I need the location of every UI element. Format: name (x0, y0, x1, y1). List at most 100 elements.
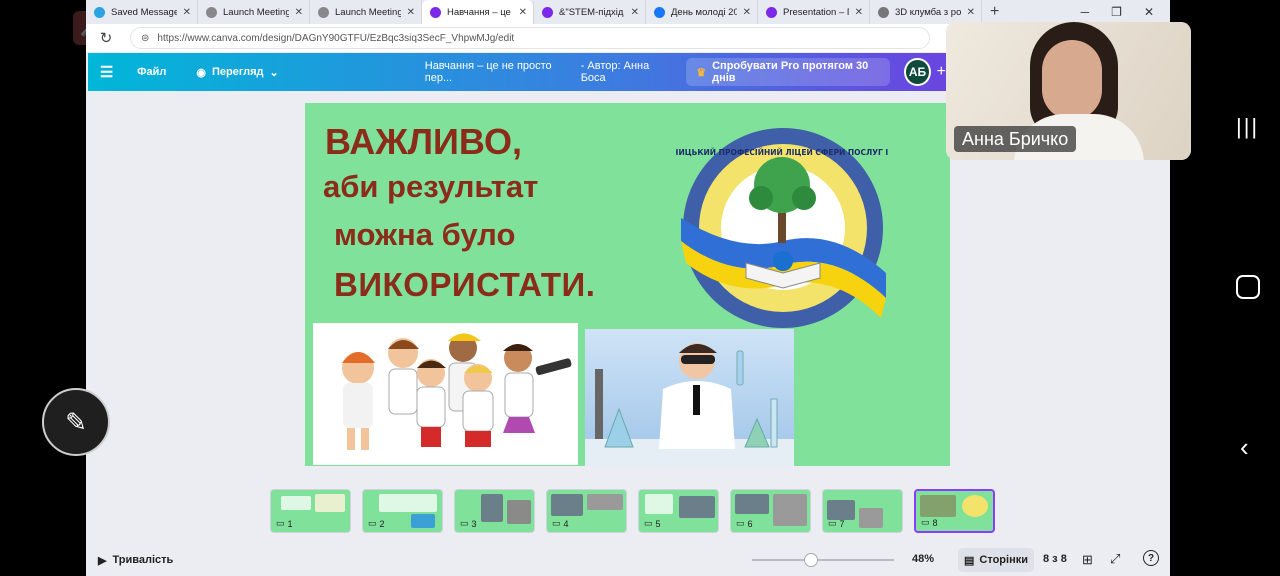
try-pro-label: Спробувати Pro протягом 30 днів (712, 60, 869, 84)
back-icon[interactable]: ‹ (1240, 432, 1249, 463)
boy-scientist-image (585, 329, 794, 466)
slide-heading-line1: ВАЖЛИВО, (325, 121, 522, 162)
globe-icon (206, 6, 217, 18)
comment-icon: ▭ (460, 518, 469, 528)
try-pro-button[interactable]: ♛ Спробувати Pro протягом 30 днів (686, 58, 891, 86)
page-thumbnails: ▭ 1 ▭ 2 ▭ 3 ▭ 4 ▭ 5 ▭ 6 ▭ 7 ▭ 8 (270, 489, 995, 533)
menu-icon[interactable]: ☰ (88, 63, 125, 81)
close-window-icon[interactable]: ✕ (1144, 5, 1154, 19)
close-icon[interactable]: ✕ (631, 7, 639, 18)
zoom-value[interactable]: 48% (912, 553, 934, 565)
canva-icon (430, 6, 441, 18)
browser-tab[interactable]: Presentation – Пр ✕ (758, 0, 870, 24)
page-thumbnail[interactable]: ▭ 2 (362, 489, 443, 533)
page-thumbnail[interactable]: ▭ 1 (270, 489, 351, 533)
url-text: https://www.canva.com/design/DAGnY90GTFU… (157, 32, 515, 44)
page-number: ▭ 2 (368, 518, 385, 529)
slide-canvas[interactable]: ВАЖЛИВО, аби результат можна було ВИКОРИ… (305, 103, 950, 466)
slide-heading-line2: аби результат (323, 169, 539, 204)
canva-toolbar: ☰ Файл ◉ Перегляд ⌄ Навчання – це не про… (88, 53, 946, 91)
page-number-label: 7 (839, 518, 845, 529)
tab-label: Launch Meeting - (223, 6, 289, 18)
globe-icon (318, 6, 329, 18)
browser-tab[interactable]: Launch Meeting - ✕ (310, 0, 422, 24)
page-number: ▭ 6 (736, 518, 753, 529)
close-icon[interactable]: ✕ (183, 7, 191, 18)
window-controls: ─ ❐ ✕ (1081, 5, 1170, 19)
page-thumbnail[interactable]: ▭ 5 (638, 489, 719, 533)
page-number: ▭ 5 (644, 518, 661, 529)
comment-icon: ▭ (552, 518, 561, 528)
lyceum-emblem: КРОПИВНИЦЬКИЙ ПРОФЕСІЙНИЙ ЛІЦЕЙ СФЕРИ ПО… (676, 128, 890, 328)
participant-face (1042, 40, 1102, 120)
participant-video[interactable]: Анна Бричко (946, 22, 1191, 160)
page-thumbnail-active[interactable]: ▭ 8 (914, 489, 995, 533)
recents-icon[interactable]: ||| (1236, 114, 1259, 140)
chevron-down-icon: ⌄ (269, 66, 279, 79)
crown-icon: ♛ (696, 66, 707, 79)
comment-icon: ▭ (736, 518, 745, 528)
pages-label: Сторінки (979, 554, 1028, 566)
new-tab-icon[interactable]: + (982, 3, 1007, 21)
comment-icon: ▭ (828, 518, 837, 528)
zoom-slider-handle[interactable] (804, 553, 818, 567)
globe-icon (878, 6, 889, 18)
slide-heading-line4: ВИКОРИСТАТИ. (334, 266, 596, 303)
browser-tab-active[interactable]: Навчання – це не ✕ (422, 0, 534, 24)
page-number: ▭ 7 (828, 518, 845, 529)
tab-bar: Saved Messages ✕ Launch Meeting - ✕ Laun… (86, 0, 1170, 24)
tab-label: Saved Messages (111, 6, 177, 18)
browser-tab[interactable]: Launch Meeting - ✕ (198, 0, 310, 24)
page-thumbnail[interactable]: ▭ 6 (730, 489, 811, 533)
browser-tab[interactable]: &"STEM-підхід у с ✕ (534, 0, 646, 24)
pages-button[interactable]: ▤ Сторінки (958, 548, 1034, 572)
close-icon[interactable]: ✕ (743, 7, 751, 18)
page-number: ▭ 4 (552, 518, 569, 529)
pencil-icon: ✎ (65, 406, 87, 437)
close-icon[interactable]: ✕ (855, 7, 863, 18)
comment-icon: ▭ (644, 518, 653, 528)
document-title[interactable]: Навчання – це не просто пер... (425, 60, 571, 84)
fullscreen-icon[interactable]: ⤢ (1110, 551, 1120, 567)
close-icon[interactable]: ✕ (295, 7, 303, 18)
slide-heading-line3: можна було (334, 217, 516, 252)
maximize-icon[interactable]: ❐ (1111, 5, 1122, 19)
eye-icon: ◉ (196, 66, 206, 79)
page-thumbnail[interactable]: ▭ 4 (546, 489, 627, 533)
view-menu-button[interactable]: ◉ Перегляд ⌄ (196, 66, 278, 79)
page-number: ▭ 3 (460, 518, 477, 529)
page-number-label: 1 (287, 518, 293, 529)
url-field[interactable]: ⊜ https://www.canva.com/design/DAGnY90GT… (130, 27, 930, 49)
page-thumbnail[interactable]: ▭ 3 (454, 489, 535, 533)
tab-label: Launch Meeting - (335, 6, 401, 18)
add-icon[interactable]: + (937, 63, 946, 81)
page-count: 8 з 8 (1043, 553, 1067, 565)
zoom-slider-track[interactable] (752, 559, 894, 561)
edit-pencil-button[interactable]: ✎ (42, 388, 110, 456)
canva-icon (542, 6, 553, 18)
browser-tab[interactable]: Saved Messages ✕ (86, 0, 198, 24)
file-menu-button[interactable]: Файл (137, 66, 166, 78)
browser-tab[interactable]: 3D клумба з росл ✕ (870, 0, 982, 24)
page-number: ▭ 1 (276, 518, 293, 529)
duration-button[interactable]: ▶ Тривалість (98, 554, 173, 567)
grid-view-icon[interactable]: ⊞ (1082, 552, 1093, 568)
duration-label: Тривалість (112, 554, 174, 566)
tab-label: &"STEM-підхід у с (559, 6, 625, 18)
help-icon[interactable]: ? (1143, 550, 1159, 566)
page-thumbnail[interactable]: ▭ 7 (822, 489, 903, 533)
user-avatar[interactable]: АБ (904, 58, 931, 86)
emblem-text: КРОПИВНИЦЬКИЙ ПРОФЕСІЙНИЙ ЛІЦЕЙ СФЕРИ ПО… (676, 148, 890, 157)
browser-tab[interactable]: День молоді 2023 ✕ (646, 0, 758, 24)
reload-icon[interactable]: ↻ (86, 29, 126, 47)
home-icon[interactable] (1236, 275, 1260, 299)
comment-icon: ▭ (276, 518, 285, 528)
close-icon[interactable]: ✕ (519, 7, 527, 18)
minimize-icon[interactable]: ─ (1081, 5, 1090, 19)
page-number-label: 8 (932, 517, 938, 528)
comment-icon: ▭ (921, 517, 930, 527)
canva-icon (766, 6, 777, 18)
site-info-icon[interactable]: ⊜ (141, 33, 149, 44)
close-icon[interactable]: ✕ (967, 7, 975, 18)
close-icon[interactable]: ✕ (407, 7, 415, 18)
